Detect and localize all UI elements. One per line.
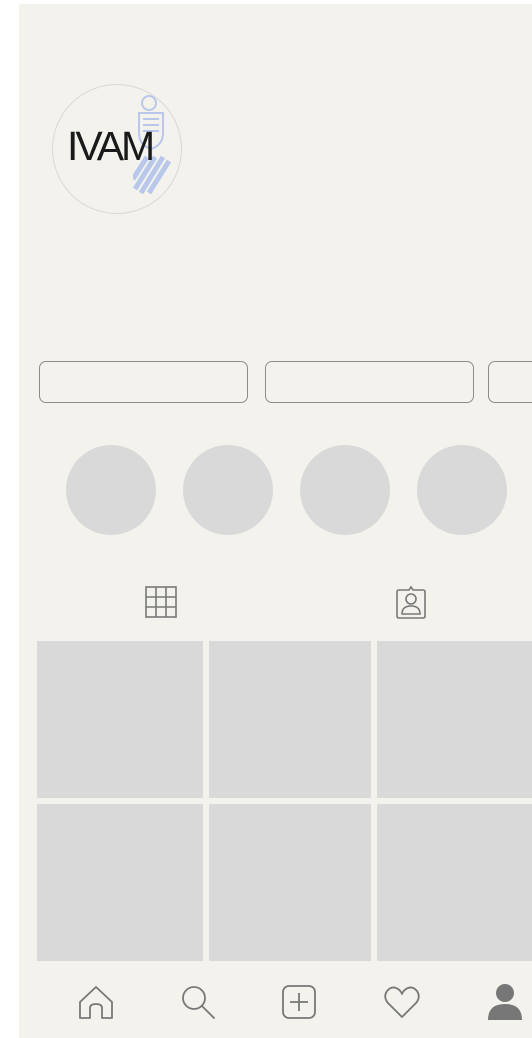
post-thumbnail[interactable] bbox=[209, 641, 371, 798]
nav-add-post[interactable] bbox=[279, 982, 319, 1022]
story-highlight[interactable] bbox=[66, 445, 156, 535]
tagged-person-icon bbox=[396, 585, 426, 619]
story-highlight[interactable] bbox=[417, 445, 507, 535]
tab-tagged[interactable] bbox=[393, 584, 429, 620]
nav-home[interactable] bbox=[76, 982, 116, 1022]
avatar-logo-text: IVAM bbox=[67, 123, 155, 169]
post-thumbnail[interactable] bbox=[37, 641, 203, 798]
tab-grid[interactable] bbox=[143, 584, 179, 620]
grid-icon bbox=[145, 586, 177, 618]
nav-activity[interactable] bbox=[382, 982, 422, 1022]
search-icon bbox=[182, 986, 215, 1019]
heart-icon bbox=[384, 986, 420, 1018]
profile-action-button-2[interactable] bbox=[265, 361, 474, 403]
profile-icon bbox=[488, 984, 522, 1020]
profile-screen: IVAM bbox=[19, 4, 532, 1038]
nav-profile[interactable] bbox=[485, 982, 525, 1022]
story-highlight[interactable] bbox=[183, 445, 273, 535]
profile-action-button-3[interactable] bbox=[488, 361, 532, 403]
home-icon bbox=[79, 986, 113, 1019]
post-thumbnail[interactable] bbox=[209, 804, 371, 961]
post-thumbnail[interactable] bbox=[377, 641, 532, 798]
post-thumbnail[interactable] bbox=[37, 804, 203, 961]
post-thumbnail[interactable] bbox=[377, 804, 532, 961]
profile-action-button-1[interactable] bbox=[39, 361, 248, 403]
add-post-icon bbox=[282, 985, 316, 1019]
profile-avatar[interactable]: IVAM bbox=[52, 84, 182, 214]
story-highlight[interactable] bbox=[300, 445, 390, 535]
nav-search[interactable] bbox=[178, 982, 218, 1022]
